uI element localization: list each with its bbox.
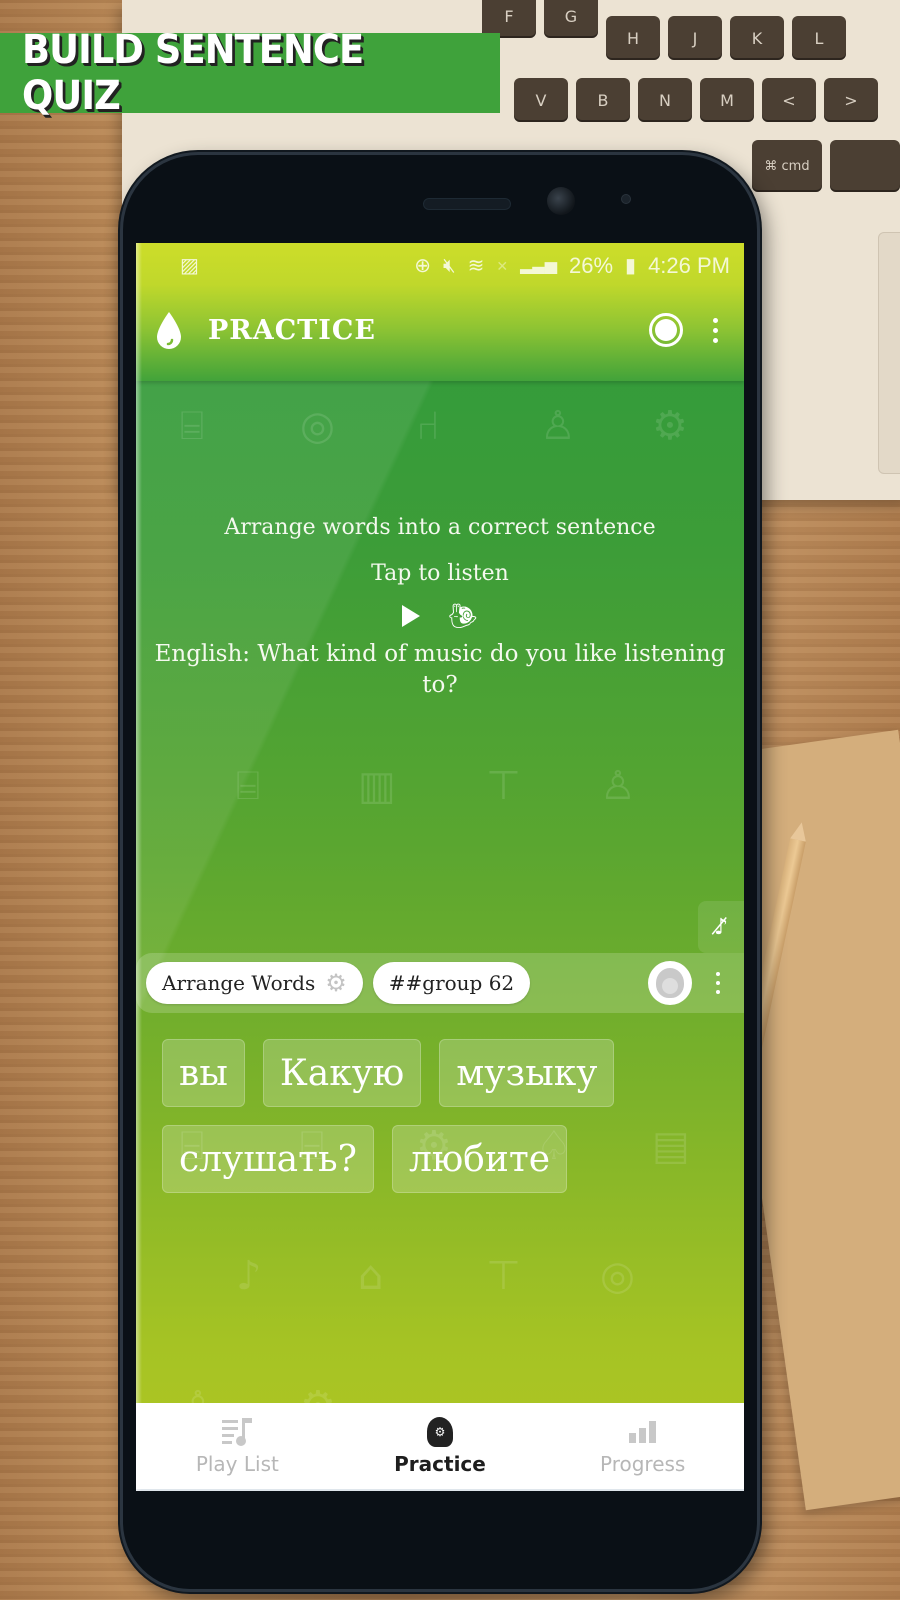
key: G [544, 0, 598, 38]
page-title: PRACTICE [208, 314, 376, 346]
key: M [700, 78, 754, 122]
quiz-type-label: Arrange Words [162, 971, 316, 995]
no-sim-icon: ✕ [496, 258, 509, 274]
table-icon: ⌸ [180, 403, 204, 449]
playlist-icon [222, 1418, 253, 1446]
earpiece-speaker [423, 198, 511, 210]
question-prompt: Arrange words into a correct sentence Ta… [136, 513, 744, 701]
battery-percent: 26% [569, 253, 614, 278]
more-vert-icon[interactable] [716, 972, 720, 994]
bar-chart-icon [629, 1421, 657, 1443]
front-camera [547, 187, 575, 215]
scooter-icon: ⚙ [652, 403, 688, 449]
key: N [638, 78, 692, 122]
proximity-sensor [621, 194, 631, 204]
word-tile[interactable]: вы [162, 1039, 245, 1107]
word-tile[interactable]: слушать? [162, 1125, 374, 1193]
group-chip[interactable]: ##group 62 [372, 962, 531, 1004]
timer-icon[interactable] [649, 313, 683, 347]
key: K [730, 16, 784, 60]
group-label: ##group 62 [388, 971, 515, 995]
bottom-navigation: Play List ⚙ Practice Progress [136, 1403, 744, 1491]
english-translation: English: What kind of music do you like … [154, 641, 726, 698]
house-icon: ⌂ [358, 1253, 384, 1299]
key: L [792, 16, 846, 60]
play-icon[interactable] [401, 605, 420, 627]
key [830, 140, 900, 192]
nav-label: Practice [394, 1452, 486, 1476]
table-icon: ⌸ [236, 763, 260, 809]
top-bar: ▨ ⊕ 🔇︎ ≋ ✕ ▂▃▅ 26% ▮ 4:26 PM PRACTICE [136, 243, 744, 381]
nav-label: Play List [195, 1452, 279, 1476]
key: > [824, 78, 878, 122]
plate-icon: ◎ [600, 1253, 635, 1299]
nav-tab-practice[interactable]: ⚙ Practice [339, 1403, 542, 1489]
music-off-icon[interactable]: ♪̸ [698, 901, 744, 953]
word-tile[interactable]: музыку [439, 1039, 615, 1107]
word-tiles: вы Какую музыку слушать? любите [162, 1039, 722, 1193]
trackpad [878, 232, 900, 474]
key: J [668, 16, 722, 60]
clock: 4:26 PM [648, 253, 730, 278]
word-tile[interactable]: любите [391, 1125, 568, 1193]
quiz-type-chip[interactable]: Arrange Words ⚙ [146, 962, 363, 1004]
data-saver-icon: ⊕ [414, 255, 431, 277]
key: < [762, 78, 816, 122]
instruction-text: Arrange words into a correct sentence [224, 515, 656, 540]
status-bar: ▨ ⊕ 🔇︎ ≋ ✕ ▂▃▅ 26% ▮ 4:26 PM [136, 243, 744, 289]
app-bar: PRACTICE [136, 295, 744, 365]
key: B [576, 78, 630, 122]
crane-icon: ⊤ [486, 763, 521, 809]
plate-icon: ◎ [300, 403, 335, 449]
chair-icon: ⑁ [416, 403, 440, 449]
battery-icon: ▮ [625, 255, 637, 277]
fence-icon: ▥ [358, 763, 396, 809]
app-screen: ⌸ ◎ ⑁ ♙ ⚙ ⌸ ▥ ⊤ ♙ ⌸ ⌸ ⚙ ♤ ▤ ♪ ⌂ ⊤ ◎ ♙ ⚙ … [136, 243, 744, 1491]
signal-icon: ▂▃▅ [520, 257, 557, 274]
audio-controls: 🐌︎ [136, 601, 744, 631]
crane-icon: ⊤ [486, 1253, 521, 1299]
nav-tab-progress[interactable]: Progress [541, 1403, 744, 1489]
wifi-icon: ≋ [467, 255, 485, 277]
nav-tab-playlist[interactable]: Play List [136, 1403, 339, 1489]
guitar-icon: ♪ [236, 1253, 262, 1299]
gear-icon[interactable]: ⚙ [325, 971, 347, 995]
key: H [606, 16, 660, 60]
quiz-info-bar: Arrange Words ⚙ ##group 62 [136, 953, 744, 1013]
banner-title: BUILD SENTENCE QUIZ [22, 27, 364, 119]
avatar[interactable] [648, 961, 692, 1005]
slow-play-snail-icon[interactable]: 🐌︎ [448, 604, 478, 628]
chair-icon: ♙ [600, 763, 636, 809]
drop-icon [157, 312, 181, 349]
phone-frame: ⌸ ◎ ⑁ ♙ ⚙ ⌸ ▥ ⊤ ♙ ⌸ ⌸ ⚙ ♤ ▤ ♪ ⌂ ⊤ ◎ ♙ ⚙ … [120, 152, 760, 1592]
nav-label: Progress [600, 1452, 686, 1476]
word-tile[interactable]: Какую [262, 1039, 422, 1107]
mute-icon: 🔇︎ [442, 255, 456, 277]
key: V [514, 78, 568, 122]
more-vert-icon[interactable] [713, 317, 718, 343]
chair-icon: ♙ [540, 403, 576, 449]
title-banner: BUILD SENTENCE QUIZ [0, 27, 500, 119]
key-cmd: ⌘ cmd [752, 140, 822, 192]
head-gear-icon: ⚙ [427, 1417, 453, 1447]
tap-to-listen-label: Tap to listen [371, 561, 509, 586]
image-icon: ▨ [180, 255, 199, 277]
